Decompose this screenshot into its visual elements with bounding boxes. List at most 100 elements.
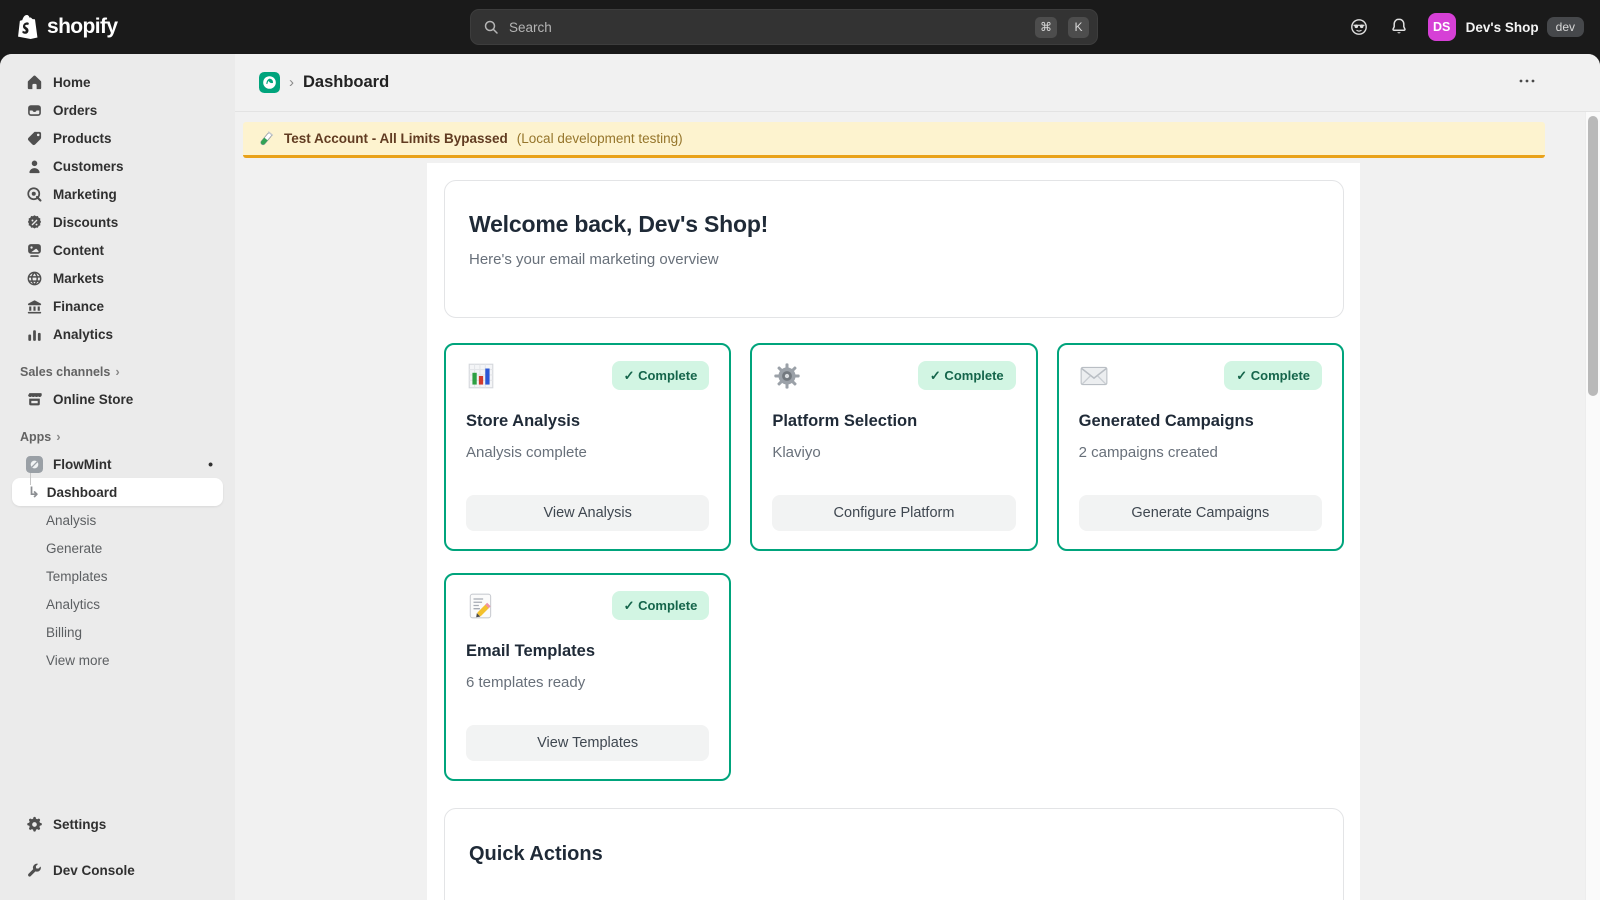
shop-avatar: DS (1428, 13, 1456, 41)
wrench-icon (26, 862, 43, 879)
shopify-logo[interactable]: shopify (0, 14, 240, 41)
admin-identity-button[interactable] (1342, 11, 1376, 43)
subnav-label: Billing (46, 625, 82, 640)
quick-actions-title: Quick Actions (469, 843, 1319, 866)
apps-header[interactable]: Apps › (0, 429, 235, 444)
status-card-email-templates: ✓ Complete Email Templates 6 templates r… (444, 573, 731, 781)
view-templates-button[interactable]: View Templates (466, 725, 709, 761)
storefront-icon (26, 391, 43, 408)
sidebar-item-customers[interactable]: Customers (0, 152, 235, 180)
card-title: Platform Selection (772, 412, 1015, 431)
sidebar-footer: Settings Dev Console (0, 810, 235, 900)
scrollbar-thumb[interactable] (1588, 116, 1598, 396)
sidebar-item-flowmint[interactable]: FlowMint • (0, 450, 235, 478)
quick-actions-card: Quick Actions (444, 808, 1344, 900)
status-badge: ✓ Complete (918, 361, 1016, 390)
ellipsis-icon (1518, 72, 1536, 90)
subnav-item-generate[interactable]: Generate (12, 534, 223, 562)
sidebar-item-label: Settings (53, 817, 106, 832)
subnav-item-analytics[interactable]: Analytics (12, 590, 223, 618)
sidebar-item-orders[interactable]: Orders (0, 96, 235, 124)
search-icon (483, 19, 499, 35)
globe-icon (26, 270, 43, 287)
shop-switcher[interactable]: DS Dev's Shop dev (1428, 13, 1584, 41)
sidebar-item-label: Customers (53, 159, 124, 174)
scrollbar-track[interactable] (1585, 112, 1600, 900)
welcome-subtitle: Here's your email marketing overview (469, 251, 1319, 268)
sidebar-item-label: Online Store (53, 392, 133, 407)
card-subtitle: Klaviyo (772, 444, 1015, 461)
image-icon (26, 242, 43, 259)
sidebar-item-label: Products (53, 131, 112, 146)
sidebar-item-label: FlowMint (53, 457, 111, 472)
configure-platform-button[interactable]: Configure Platform (772, 495, 1015, 531)
discount-badge-icon (26, 214, 43, 231)
generate-campaigns-button[interactable]: Generate Campaigns (1079, 495, 1322, 531)
sidebar-item-label: Home (53, 75, 91, 90)
test-account-banner: Test Account - All Limits Bypassed (Loca… (243, 122, 1545, 158)
bar-chart-emoji-icon (466, 361, 496, 396)
search-input[interactable] (507, 19, 1024, 36)
subnav-item-dashboard[interactable]: ↳ Dashboard (12, 478, 223, 506)
memo-emoji-icon (466, 591, 496, 626)
global-search[interactable]: ⌘ K (470, 9, 1098, 45)
status-card-platform-selection: ✓ Complete Platform Selection Klaviyo Co… (750, 343, 1037, 551)
sidebar-item-finance[interactable]: Finance (0, 292, 235, 320)
subnav-item-billing[interactable]: Billing (12, 618, 223, 646)
page-header: › Dashboard (235, 54, 1600, 112)
topbar: shopify ⌘ K (0, 0, 1600, 54)
sidebar-item-home[interactable]: Home (0, 68, 235, 96)
sidebar-item-content[interactable]: Content (0, 236, 235, 264)
tag-icon (26, 130, 43, 147)
main-content: › Dashboard Test Account - All Limits By… (235, 54, 1600, 900)
sidebar-item-label: Dev Console (53, 863, 135, 878)
card-title: Store Analysis (466, 412, 709, 431)
sidebar-item-label: Markets (53, 271, 104, 286)
subnav-item-analysis[interactable]: Analysis (12, 506, 223, 534)
subnav-item-view-more[interactable]: View more (12, 646, 223, 674)
notification-dot: • (208, 456, 223, 472)
topbar-right: DS Dev's Shop dev (1336, 11, 1600, 43)
app-iframe-area: Welcome back, Dev's Shop! Here's your em… (427, 163, 1360, 900)
incognito-icon (1349, 17, 1369, 37)
sidebar-item-label: Finance (53, 299, 104, 314)
flowmint-app-icon (26, 456, 43, 473)
sidebar-item-online-store[interactable]: Online Store (0, 385, 235, 413)
welcome-title: Welcome back, Dev's Shop! (469, 211, 1319, 238)
flowmint-subnav: ↳ Dashboard Analysis Generate Templates … (0, 478, 235, 674)
more-actions-button[interactable] (1512, 66, 1542, 99)
sidebar-item-products[interactable]: Products (0, 124, 235, 152)
shop-name: Dev's Shop (1466, 20, 1539, 35)
sidebar-item-dev-console[interactable]: Dev Console (0, 856, 235, 884)
banner-note: (Local development testing) (517, 131, 683, 146)
notifications-button[interactable] (1382, 11, 1416, 43)
subnav-item-templates[interactable]: Templates (12, 562, 223, 590)
sidebar-item-markets[interactable]: Markets (0, 264, 235, 292)
chevron-right-icon: › (115, 364, 119, 379)
sidebar-item-label: Marketing (53, 187, 117, 202)
bank-icon (26, 298, 43, 315)
sidebar-item-settings[interactable]: Settings (0, 810, 235, 838)
target-icon (26, 186, 43, 203)
subnav-label: View more (46, 653, 110, 668)
card-subtitle: 6 templates ready (466, 674, 709, 691)
bell-icon (1389, 17, 1409, 37)
sidebar-item-analytics[interactable]: Analytics (0, 320, 235, 348)
person-icon (26, 158, 43, 175)
orders-icon (26, 102, 43, 119)
envelope-emoji-icon (1079, 361, 1109, 396)
status-card-generated-campaigns: ✓ Complete Generated Campaigns 2 campaig… (1057, 343, 1344, 551)
flowmint-breadcrumb-icon[interactable] (259, 72, 280, 93)
sidebar-item-label: Analytics (53, 327, 113, 342)
view-analysis-button[interactable]: View Analysis (466, 495, 709, 531)
sales-channels-header[interactable]: Sales channels › (0, 364, 235, 379)
card-subtitle: Analysis complete (466, 444, 709, 461)
shopify-bag-icon (16, 14, 40, 41)
sidebar-item-marketing[interactable]: Marketing (0, 180, 235, 208)
sidebar-item-discounts[interactable]: Discounts (0, 208, 235, 236)
sidebar-item-label: Discounts (53, 215, 118, 230)
subnav-label: Templates (46, 569, 108, 584)
subnav-label: Analytics (46, 597, 100, 612)
breadcrumb-separator: › (289, 74, 294, 91)
sidebar-item-label: Orders (53, 103, 97, 118)
